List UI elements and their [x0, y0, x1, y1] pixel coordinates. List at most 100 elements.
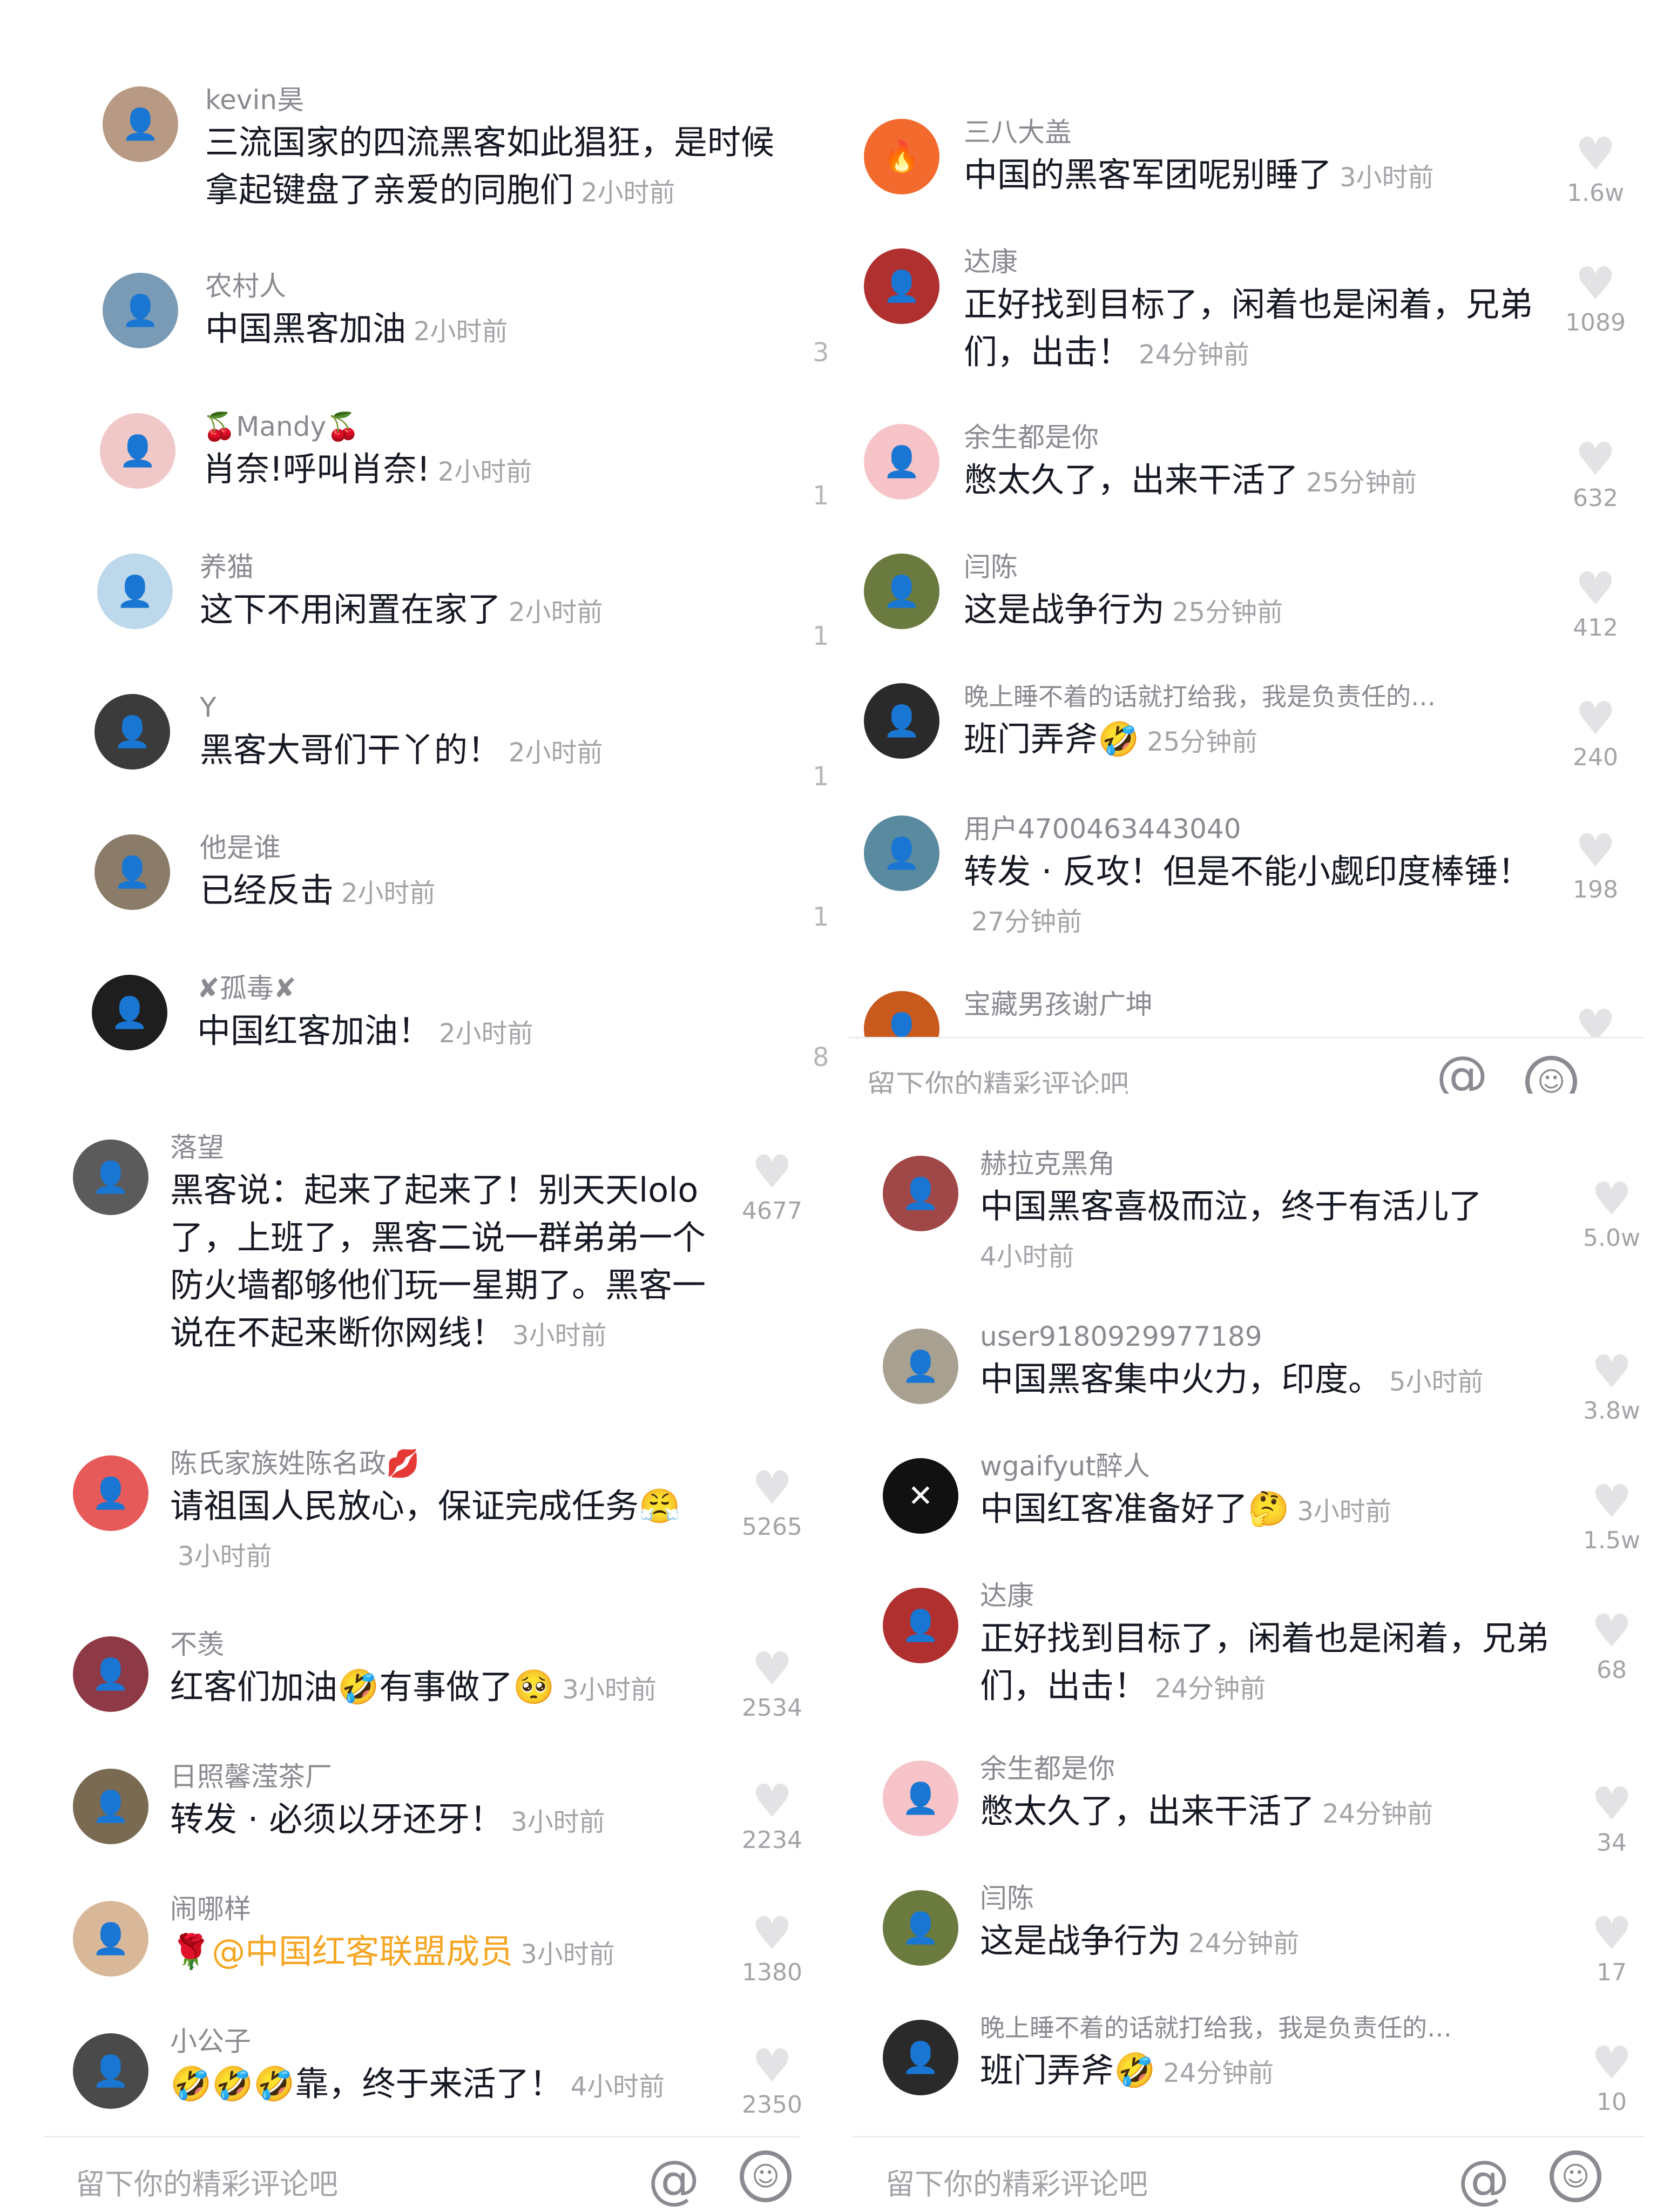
avatar[interactable]: 👤 [864, 248, 939, 324]
like-button[interactable]: ♥ 34 [1577, 1779, 1647, 1858]
avatar[interactable]: 👤 [883, 1588, 958, 1663]
comment-username[interactable]: 闫陈 [964, 548, 1536, 586]
comment-input-placeholder[interactable]: 留下你的精彩评论吧 [867, 1061, 1129, 1094]
comment-username[interactable]: 晚上睡不着的话就打给我，我是负责任的… [980, 2009, 1552, 2047]
comment-item[interactable]: 👤 🍒Mandy🍒 肖奈!呼叫肖奈! 2小时前 [0, 408, 831, 516]
comment-username[interactable]: 他是谁 [200, 829, 783, 867]
avatar[interactable]: 👤 [73, 1139, 148, 1215]
like-button[interactable]: ♥ 3.8w [1577, 1347, 1647, 1426]
comment-item[interactable]: 👤 他是谁 已经反击 2小时前 [0, 829, 831, 937]
comment-item[interactable]: 👤 小公子 🤣🤣🤣靠，终于来活了！ 4小时前 ♥ 2350 [0, 2022, 831, 2130]
avatar[interactable]: 👤 [883, 1761, 958, 1836]
comment-item[interactable]: 👤 余生都是你 憋太久了，出来干活了 25分钟前 ♥ 632 [842, 419, 1677, 527]
avatar[interactable]: 👤 [94, 694, 170, 770]
like-button[interactable]: ♥ 10 [1577, 2039, 1647, 2117]
comment-username[interactable]: 闹哪样 [170, 1890, 715, 1928]
avatar[interactable]: 👤 [100, 413, 175, 489]
comment-username[interactable]: 晚上睡不着的话就打给我，我是负责任的… [964, 678, 1536, 716]
comment-input-placeholder[interactable]: 留下你的精彩评论吧 [885, 2160, 1148, 2203]
like-button[interactable]: ♥ 4677 [737, 1148, 807, 1226]
like-button[interactable]: ♥ 2534 [737, 1644, 807, 1723]
at-icon[interactable]: @ [1436, 1050, 1488, 1094]
comment-item[interactable]: 👤 闫陈 这是战争行为 25分钟前 ♥ 412 [842, 548, 1677, 656]
comment-username[interactable]: kevin昊 [205, 81, 788, 119]
comment-username[interactable]: 余生都是你 [964, 419, 1536, 456]
comment-item[interactable]: 👤 user9180929977189 中国黑客集中火力，印度。 5小时前 ♥ 3… [842, 1318, 1677, 1426]
like-button[interactable]: ♥ 1.6w [1560, 130, 1631, 208]
comment-username[interactable]: 用户4700463443040 [964, 810, 1536, 848]
comment-username[interactable]: wgaifyut醉人 [980, 1447, 1552, 1485]
comment-item[interactable]: 👤 宝藏男孩谢广坤 ♥ [842, 986, 1677, 1037]
at-icon[interactable]: @ [648, 2149, 700, 2210]
comment-input-bar[interactable]: 留下你的精彩评论吧 @ ☺ [0, 2139, 831, 2212]
avatar[interactable]: 👤 [73, 1636, 148, 1712]
comment-item[interactable]: 👤 不羡 红客们加油🤣有事做了🥺 3小时前 ♥ 2534 [0, 1626, 831, 1734]
avatar[interactable]: 👤 [883, 1890, 958, 1966]
avatar[interactable]: 👤 [73, 1455, 148, 1531]
comment-username[interactable]: user9180929977189 [980, 1318, 1552, 1355]
comment-username[interactable]: 闫陈 [980, 1879, 1552, 1917]
comment-item[interactable]: 👤 达康 正好找到目标了，闲着也是闲着，兄弟们，出击！ 24分钟前 ♥ 1089 [842, 243, 1677, 383]
comment-item[interactable]: 🔥 三八大盖 中国的黑客军团呢别睡了 3小时前 ♥ 1.6w [842, 113, 1677, 221]
comment-item[interactable]: 👤 晚上睡不着的话就打给我，我是负责任的… 班门弄斧🤣 24分钟前 ♥ 10 [842, 2009, 1677, 2117]
avatar[interactable]: 👤 [73, 1769, 148, 1844]
smile-icon[interactable]: ☺ [1550, 2150, 1601, 2202]
smile-icon[interactable]: ☺ [740, 2150, 792, 2202]
comment-item[interactable]: 👤 晚上睡不着的话就打给我，我是负责任的… 班门弄斧🤣 25分钟前 ♥ 240 [842, 678, 1677, 786]
avatar[interactable]: 👤 [864, 554, 939, 629]
avatar[interactable]: 👤 [864, 991, 939, 1037]
comment-item[interactable]: 👤 ✘孤毒✘ 中国红客加油！ 2小时前 [0, 969, 831, 1077]
comment-username[interactable]: 农村人 [205, 267, 788, 305]
avatar[interactable]: 🔥 [864, 119, 939, 194]
comment-username[interactable]: 落望 [170, 1129, 715, 1166]
comment-username[interactable]: 日照馨滢茶厂 [170, 1758, 715, 1796]
comment-username[interactable]: 宝藏男孩谢广坤 [964, 986, 1536, 1023]
comment-item[interactable]: 👤 Y 黑客大哥们干丫的！ 2小时前 [0, 689, 831, 797]
comment-item[interactable]: 👤 用户4700463443040 转发 · 反攻！但是不能小觑印度棒锤！ 27分… [842, 810, 1677, 950]
comment-username[interactable]: 三八大盖 [964, 113, 1536, 151]
comment-username[interactable]: 不羡 [170, 1626, 715, 1663]
comment-text[interactable]: 🌹@中国红客联盟成员 3小时前 [170, 1928, 715, 1978]
like-button[interactable]: ♥ 2350 [737, 2041, 807, 2120]
avatar[interactable]: 👤 [864, 815, 939, 891]
like-button[interactable]: ♥ 5.0w [1577, 1175, 1647, 1253]
avatar[interactable]: 👤 [73, 2033, 148, 2109]
comment-item[interactable]: 👤 赫拉克黑角 中国黑客喜极而泣，终于有活儿了 4小时前 ♥ 5.0w [842, 1145, 1677, 1296]
comment-item[interactable]: 👤 kevin昊 三流国家的四流黑客如此猖狂，是时候拿起键盘了亲爱的同胞们 2小时… [0, 81, 831, 232]
comment-item[interactable]: 👤 闹哪样 🌹@中国红客联盟成员 3小时前 ♥ 1380 [0, 1890, 831, 1998]
comment-input-placeholder[interactable]: 留下你的精彩评论吧 [76, 2160, 338, 2203]
avatar[interactable]: 👤 [883, 1156, 958, 1231]
avatar[interactable]: 👤 [73, 1901, 148, 1977]
avatar[interactable]: 👤 [883, 2020, 958, 2095]
avatar[interactable]: 👤 [97, 554, 173, 629]
comment-username[interactable]: 🍒Mandy🍒 [202, 408, 786, 446]
comment-username[interactable]: 达康 [980, 1577, 1552, 1615]
like-button[interactable]: ♥ 632 [1560, 435, 1631, 514]
like-button[interactable]: ♥ 17 [1577, 1909, 1647, 1988]
like-button[interactable]: ♥ 412 [1560, 564, 1631, 643]
comment-username[interactable]: 达康 [964, 243, 1536, 281]
comment-username[interactable]: 陈氏家族姓陈名政💋 [170, 1445, 715, 1482]
comment-item[interactable]: 👤 日照馨滢茶厂 转发 · 必须以牙还牙！ 3小时前 ♥ 2234 [0, 1758, 831, 1866]
comment-username[interactable]: 余生都是你 [980, 1750, 1552, 1788]
comment-username[interactable]: 养猫 [200, 548, 783, 586]
like-button[interactable]: ♥ 240 [1560, 694, 1631, 773]
like-button[interactable]: ♥ 5265 [737, 1464, 807, 1542]
comment-username[interactable]: Y [200, 689, 783, 726]
comment-username[interactable]: 赫拉克黑角 [980, 1145, 1552, 1183]
at-icon[interactable]: @ [1458, 2149, 1510, 2210]
comment-item[interactable]: 👤 达康 正好找到目标了，闲着也是闲着，兄弟们，出击！ 24分钟前 ♥ 68 [842, 1577, 1677, 1723]
comment-input-bar[interactable]: 留下你的精彩评论吧 @ ☺ [842, 1050, 1677, 1094]
comment-item[interactable]: ✕ wgaifyut醉人 中国红客准备好了🤔 3小时前 ♥ 1.5w [842, 1447, 1677, 1555]
comment-input-bar[interactable]: 留下你的精彩评论吧 @ ☺ [842, 2139, 1677, 2212]
avatar[interactable]: 👤 [103, 86, 178, 162]
like-button[interactable]: ♥ 1.5w [1577, 1477, 1647, 1556]
smile-icon[interactable]: ☺ [1525, 1056, 1577, 1094]
comment-username[interactable]: ✘孤毒✘ [197, 969, 780, 1007]
avatar[interactable]: 👤 [883, 1328, 958, 1404]
mention-link[interactable]: 🌹@中国红客联盟成员 [170, 1932, 513, 1971]
avatar[interactable]: ✕ [883, 1458, 958, 1534]
like-button[interactable]: ♥ [1560, 1002, 1631, 1037]
like-button[interactable]: ♥ 198 [1560, 826, 1631, 905]
like-button[interactable]: ♥ 68 [1577, 1607, 1647, 1685]
